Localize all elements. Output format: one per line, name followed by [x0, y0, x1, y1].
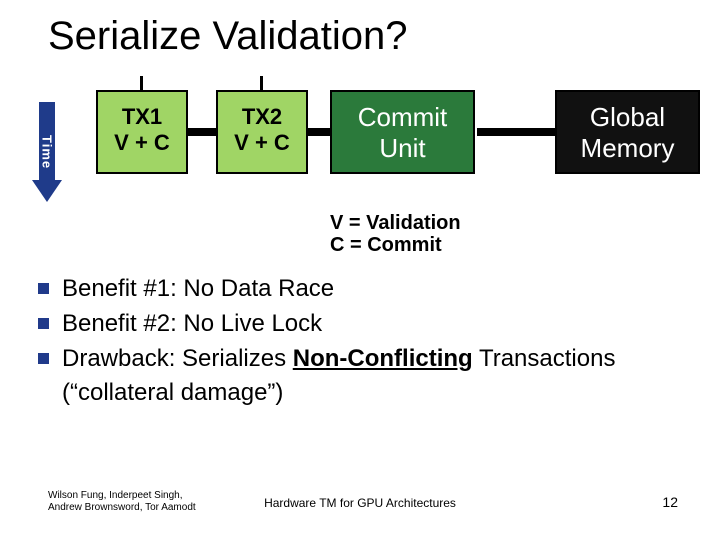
- time-arrow: Time: [32, 102, 62, 202]
- tx2-label: TX2: [218, 104, 306, 130]
- connector-line: [188, 128, 216, 136]
- global-line2: Memory: [557, 133, 698, 164]
- tick-mark: [260, 76, 263, 90]
- footer-center: Hardware TM for GPU Architectures: [0, 496, 720, 510]
- global-line1: Global: [557, 102, 698, 133]
- tx1-sub: V + C: [98, 130, 186, 156]
- global-memory-box: Global Memory: [555, 90, 700, 174]
- legend: V = Validation C = Commit: [330, 212, 461, 256]
- slide: Serialize Validation? Time TX1 V + C TX2…: [0, 0, 720, 540]
- bullet-text: Benefit #1: No Data Race: [62, 275, 334, 302]
- bullet-text: Benefit #2: No Live Lock: [62, 310, 322, 337]
- connector-line: [308, 128, 330, 136]
- tx1-box: TX1 V + C: [96, 90, 188, 174]
- tx1-label: TX1: [98, 104, 186, 130]
- tick-mark: [140, 76, 143, 90]
- connector-line: [477, 128, 555, 136]
- bullet-item: Benefit #1: No Data Race: [32, 272, 692, 307]
- arrow-head-icon: [32, 180, 62, 202]
- page-number: 12: [662, 494, 678, 510]
- bullet-text-pre: Drawback: Serializes: [62, 345, 293, 372]
- commit-line1: Commit: [332, 102, 473, 133]
- bullet-list: Benefit #1: No Data Race Benefit #2: No …: [32, 272, 692, 411]
- legend-line2: C = Commit: [330, 234, 461, 256]
- bullet-text-underline: Non-Conflicting: [293, 345, 473, 372]
- legend-line1: V = Validation: [330, 212, 461, 234]
- bullet-item: Drawback: Serializes Non-Conflicting Tra…: [32, 342, 692, 412]
- commit-line2: Unit: [332, 133, 473, 164]
- time-label: Time: [39, 122, 55, 182]
- tx2-box: TX2 V + C: [216, 90, 308, 174]
- bullet-item: Benefit #2: No Live Lock: [32, 307, 692, 342]
- commit-unit-box: Commit Unit: [330, 90, 475, 174]
- tx2-sub: V + C: [218, 130, 306, 156]
- diagram: Time TX1 V + C TX2 V + C Commit Unit Glo…: [20, 90, 700, 220]
- page-title: Serialize Validation?: [48, 14, 407, 59]
